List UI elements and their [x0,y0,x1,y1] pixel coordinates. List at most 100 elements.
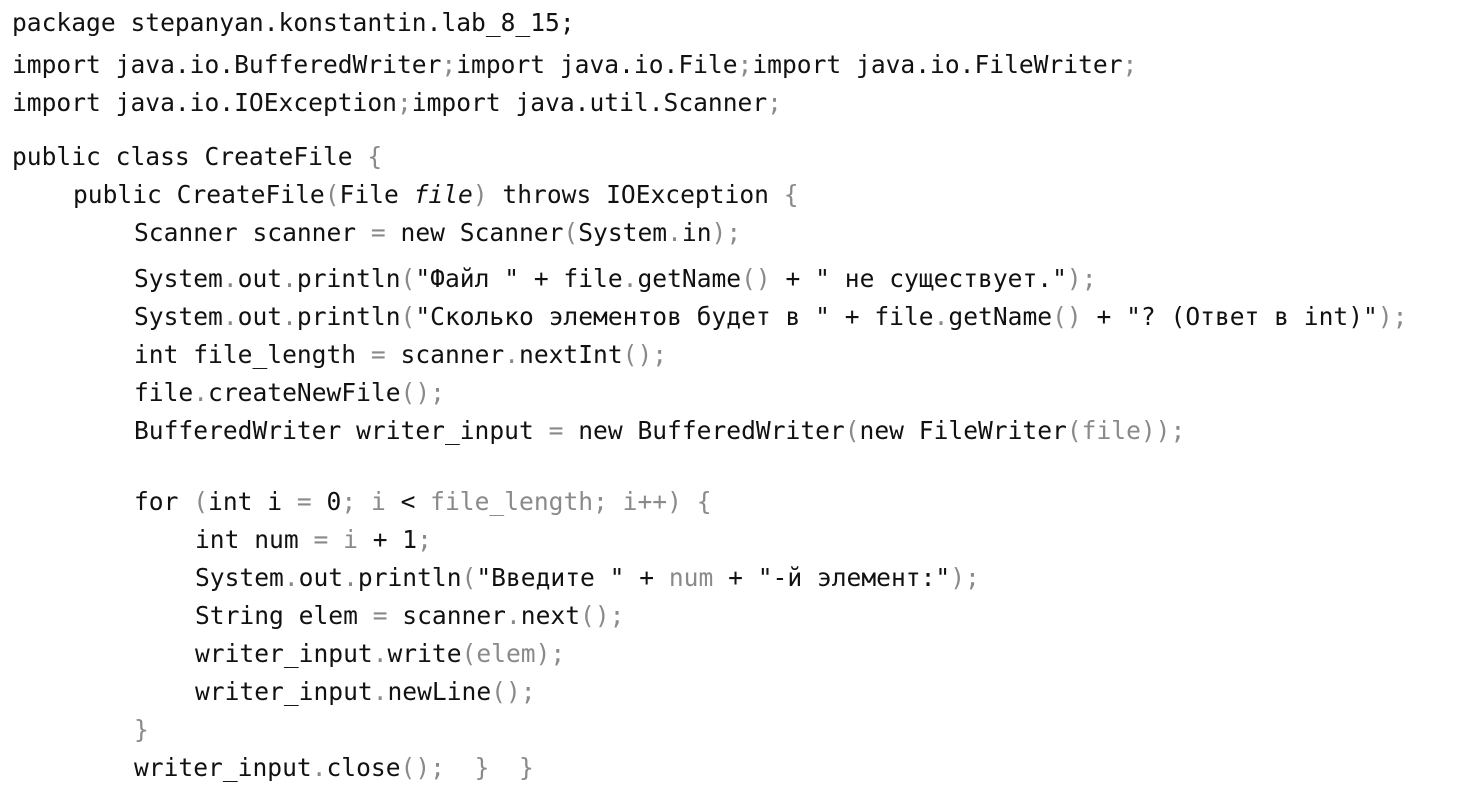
code-token: ( [400,302,416,331]
code-token: System [134,264,223,293]
code-token: write [387,639,462,668]
code-line: int num = i + 1; [0,521,432,559]
code-token: "Введите " + [476,563,669,592]
code-token: { [783,180,799,209]
code-token: new BufferedWriter [563,416,845,445]
code-token: . [282,264,297,293]
code-line: for (int i = 0; i < file_length; i++) { [0,483,712,521]
code-token: ; [737,50,753,79]
code-token: = [370,340,386,369]
code-token: . [667,218,682,247]
code-token: ; [417,525,432,554]
code-token: in [681,218,712,247]
code-token: . [283,563,299,592]
code-token: out [237,302,283,331]
code-token: file_length; i++) { [415,487,712,516]
code-line: writer_input.write(elem); [0,635,565,673]
code-line: System.out.println("Введите " + num + "-… [0,559,980,597]
code-token: public class CreateFile [12,142,368,171]
code-line: public CreateFile(File file) throws IOEx… [0,176,799,214]
code-token: . [282,302,297,331]
code-token: (); [622,340,668,369]
code-token: println [296,302,401,331]
code-token: . [311,753,327,782]
code-token: "Файл " + file [415,264,623,293]
code-token: file [134,378,194,407]
code-token: System [578,218,668,247]
code-token: newLine [387,677,492,706]
code-token: ( [461,563,477,592]
code-token: System [134,302,223,331]
code-token: ; [396,88,412,117]
code-token: } [134,715,149,744]
code-token: writer_input [134,753,312,782]
code-token: ); [1377,302,1408,331]
code-line: writer_input.newLine(); [0,673,536,711]
code-line: BufferedWriter writer_input = new Buffer… [0,412,1185,450]
code-token: Scanner scanner [134,218,371,247]
code-token: . [504,340,520,369]
code-token: ; i [341,487,401,516]
code-token: nextInt [519,340,623,369]
code-token: public CreateFile [73,180,325,209]
code-line: file.createNewFile(); [0,374,445,412]
code-token: num [668,563,714,592]
code-token: package stepanyan.konstantin.lab_8_15; [12,8,575,37]
code-token: () [741,264,771,293]
code-token: (); [400,378,445,407]
code-line: } [0,711,149,749]
code-token: = [372,601,388,630]
code-line: import java.io.IOException;import java.u… [0,84,782,122]
code-token: ( [400,264,416,293]
code-token: (); } } [400,753,534,782]
code-token: ( [844,416,860,445]
code-token: getName [637,264,742,293]
code-token: . [622,264,638,293]
code-token: () [1052,302,1082,331]
code-token: (file)); [1066,416,1186,445]
code-token: out [298,563,344,592]
code-line: int file_length = scanner.nextInt(); [0,336,667,374]
code-token: int num [195,525,314,554]
code-line: String elem = scanner.next(); [0,597,624,635]
code-token: "Сколько элементов будет в " + file [415,302,934,331]
code-token: = [296,487,312,516]
code-token: ; [1122,50,1138,79]
code-token: + 1 [357,525,418,554]
code-token: File [339,180,414,209]
code-token: System [195,563,284,592]
code-token: import java.util.Scanner [411,88,768,117]
code-token: (); [580,601,625,630]
code-token: = i [313,525,358,554]
code-token: . [372,639,388,668]
code-token: . [505,601,521,630]
code-token: getName [948,302,1053,331]
code-token: + "-й элемент:" [713,563,951,592]
code-token: println [296,264,401,293]
code-token: . [222,264,238,293]
code-token: ); [950,563,980,592]
code-token: createNewFile [208,378,401,407]
code-token: import java.io.FileWriter [752,50,1123,79]
code-token: (elem); [461,639,566,668]
code-token: = [370,218,386,247]
code-token: { [367,142,383,171]
code-token: . [933,302,949,331]
code-token: scanner [385,340,505,369]
code-token: import java.io.IOException [12,88,397,117]
code-token: for [134,487,194,516]
code-token: import java.io.BufferedWriter [12,50,442,79]
code-token: (); [491,677,536,706]
code-token: + "? (Ответ в int)" [1081,302,1378,331]
code-token: ( [193,487,209,516]
code-token: import java.io.File [456,50,738,79]
code-token: ); [711,218,742,247]
code-token: . [222,302,238,331]
code-token: ) [472,180,488,209]
code-token: println [357,563,462,592]
code-token: file [413,180,473,209]
code-line: writer_input.close(); } } [0,749,534,787]
code-token: throws IOException [487,180,784,209]
code-token: ; [441,50,457,79]
code-token: . [372,677,388,706]
